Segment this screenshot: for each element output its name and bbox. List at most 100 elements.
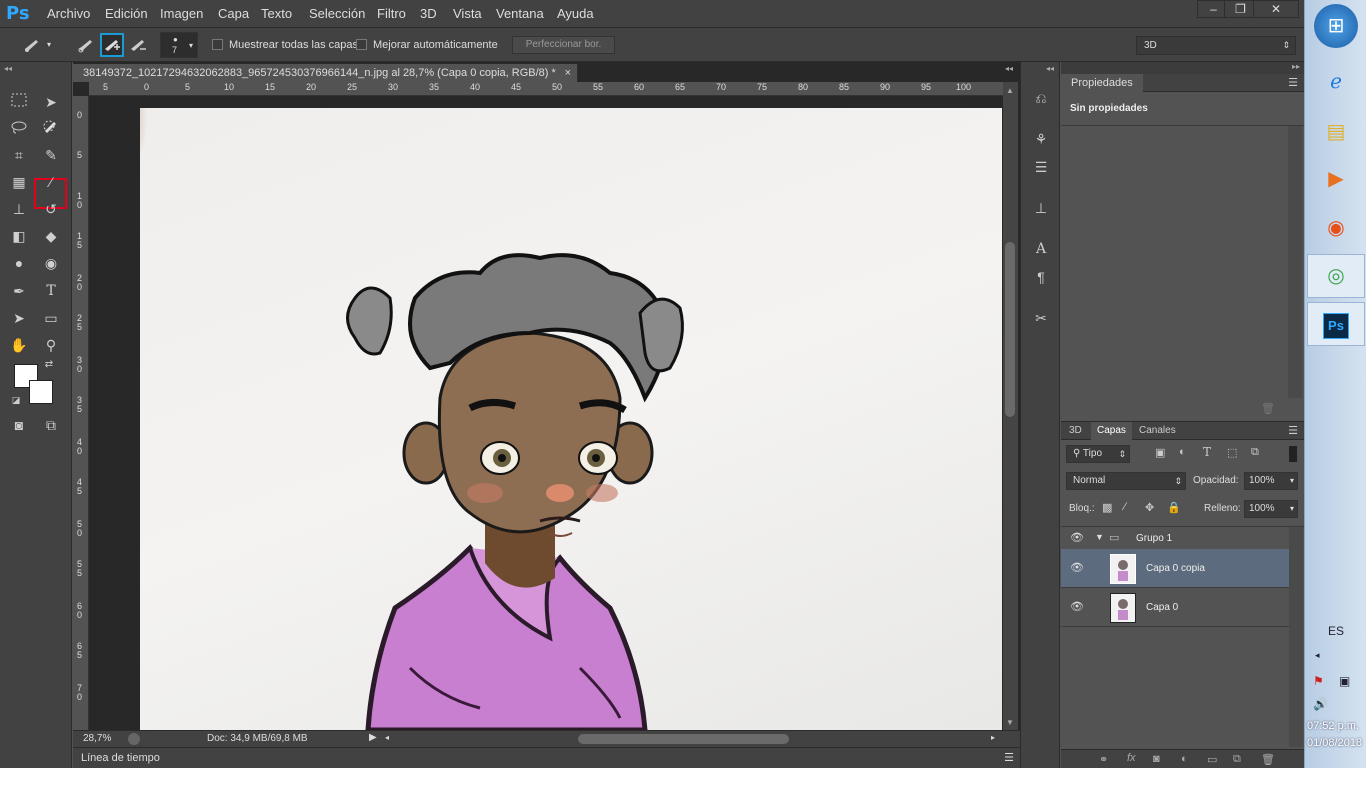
volume-icon[interactable]: 🔊 (1313, 697, 1328, 711)
clock-date[interactable]: 01/08/2018 (1307, 737, 1362, 749)
move-tool-icon[interactable]: ➤ (40, 91, 62, 113)
timeline-panel[interactable]: Línea de tiempo ☰ (73, 747, 1020, 768)
tool-preset-dropdown-icon[interactable]: ▾ (44, 35, 54, 55)
panel-menu-icon[interactable]: ☰ (1288, 424, 1298, 437)
refine-edge-button[interactable]: Perfeccionar bor. (512, 36, 615, 54)
screen-mode-icon[interactable]: ⧉ (40, 414, 62, 436)
vertical-scrollbar[interactable]: ▲ ▼ (1003, 82, 1018, 730)
brush-size-picker[interactable]: ● 7 ▾ (160, 32, 198, 58)
filter-smart-object-icon[interactable]: ⧉ (1251, 446, 1259, 459)
eyedropper-tool-icon[interactable]: ✎ (40, 144, 62, 166)
menu-vista[interactable]: Vista (453, 6, 482, 21)
default-colors-icon[interactable]: ◪ (9, 393, 23, 407)
menu-edicion[interactable]: Edición (105, 6, 148, 21)
swap-colors-icon[interactable]: ⇄ (42, 358, 56, 372)
adjustments-panel-icon[interactable]: ☰ (1031, 157, 1051, 177)
scroll-left-icon[interactable]: ◂ (385, 733, 389, 742)
menu-capa[interactable]: Capa (218, 6, 249, 21)
close-document-icon[interactable]: × (565, 64, 571, 82)
filter-toggle[interactable] (1289, 446, 1297, 462)
internet-explorer-icon[interactable]: ℯ (1307, 60, 1365, 104)
action-center-flag-icon[interactable]: ⚑ (1313, 674, 1324, 688)
lock-position-icon[interactable]: ✥ (1145, 501, 1154, 514)
tools-panel-icon[interactable]: ✂ (1031, 308, 1051, 328)
trash-icon[interactable]: 🗑 (1261, 753, 1275, 766)
blend-mode-select[interactable]: Normal ⇕ (1066, 472, 1186, 490)
share-icon[interactable] (128, 733, 140, 745)
sample-all-layers-checkbox[interactable] (212, 39, 223, 50)
history-brush-tool-icon[interactable]: ↺ (40, 198, 62, 220)
adjustment-layer-icon[interactable]: ◐ (1181, 753, 1188, 765)
opacity-input[interactable]: 100% ▾ (1244, 472, 1298, 490)
layer-row-group[interactable]: 👁 ▼ ▭ Grupo 1 (1061, 527, 1289, 550)
lock-all-icon[interactable]: 🔒 (1167, 501, 1181, 514)
language-indicator[interactable]: ES (1328, 624, 1344, 638)
auto-enhance-checkbox[interactable] (356, 39, 367, 50)
layer-row-selected[interactable]: 👁 Capa 0 copia (1061, 549, 1289, 588)
status-menu-arrow-icon[interactable]: ▶ (369, 732, 377, 743)
document-canvas[interactable] (89, 96, 1003, 730)
tab-3d[interactable]: 3D (1063, 422, 1088, 440)
tool-preset-icon[interactable] (22, 35, 42, 55)
brush-presets-panel-icon[interactable]: ⚘ (1031, 129, 1051, 149)
new-selection-brush-icon[interactable] (76, 35, 96, 55)
chrome-icon[interactable]: ◎ (1307, 254, 1365, 298)
photoshop-taskbar-icon[interactable]: Ps (1307, 302, 1365, 346)
document-tab[interactable]: 38149372_10217294632062883_9657245303769… (73, 64, 578, 82)
brush-tool-icon[interactable]: ∕ (40, 171, 62, 193)
panel-menu-icon[interactable]: ☰ (1004, 751, 1014, 764)
marquee-tool-icon[interactable] (8, 91, 30, 113)
trash-icon[interactable]: 🗑 (1261, 402, 1275, 415)
clock-time[interactable]: 07:52 p.m. (1307, 720, 1359, 732)
menu-texto[interactable]: Texto (261, 6, 292, 21)
path-selection-tool-icon[interactable]: ➤ (8, 307, 30, 329)
pen-tool-icon[interactable]: ✒ (8, 280, 30, 302)
tab-capas[interactable]: Capas (1091, 422, 1132, 440)
horizontal-scroll-thumb[interactable] (578, 734, 789, 744)
tab-propiedades[interactable]: Propiedades (1061, 74, 1143, 92)
visibility-eye-icon[interactable]: 👁 (1069, 600, 1085, 614)
collapse-properties-icon[interactable]: ▸▸ (1292, 62, 1300, 71)
add-mask-icon[interactable]: ◙ (1153, 753, 1160, 765)
new-layer-icon[interactable]: ⧉ (1233, 753, 1241, 766)
menu-filtro[interactable]: Filtro (377, 6, 406, 21)
firefox-icon[interactable]: ◉ (1307, 206, 1365, 250)
lock-transparency-icon[interactable]: ▩ (1102, 501, 1112, 514)
network-icon[interactable]: ▣ (1339, 674, 1350, 688)
clone-source-panel-icon[interactable]: ⊥ (1031, 198, 1051, 218)
visibility-eye-icon[interactable]: 👁 (1069, 531, 1085, 545)
filter-adjustment-icon[interactable]: ◐ (1179, 446, 1186, 458)
scroll-right-icon[interactable]: ▸ (991, 733, 995, 742)
menu-ventana[interactable]: Ventana (496, 6, 544, 21)
crop-tool-icon[interactable]: ⌗ (8, 144, 30, 166)
character-panel-icon[interactable]: A (1031, 239, 1051, 259)
quick-selection-tool-icon[interactable] (40, 118, 62, 140)
tab-canales[interactable]: Canales (1133, 422, 1182, 440)
new-group-icon[interactable]: ▭ (1207, 753, 1217, 766)
start-button[interactable]: ⊞ (1314, 4, 1358, 48)
workspace-select[interactable]: 3D ⇕ (1136, 36, 1296, 55)
show-hidden-icons-chevron-icon[interactable]: ◂ (1315, 650, 1320, 661)
quick-mask-icon[interactable]: ◙ (8, 414, 30, 436)
group-expand-chevron-icon[interactable]: ▼ (1095, 532, 1104, 542)
history-panel-icon[interactable]: ⎌ (1031, 88, 1051, 108)
collapse-panels-icon[interactable]: ◂◂ (1005, 64, 1013, 73)
hand-tool-icon[interactable]: ✋ (8, 334, 30, 356)
dodge-tool-icon[interactable]: ◉ (40, 252, 62, 274)
media-player-icon[interactable]: ▶ (1307, 157, 1365, 201)
type-tool-icon[interactable]: T (40, 280, 62, 302)
visibility-eye-icon[interactable]: 👁 (1069, 561, 1085, 575)
layer-row[interactable]: 👁 Capa 0 (1061, 588, 1289, 627)
healing-brush-tool-icon[interactable]: ▦ (8, 171, 30, 193)
timeline-label[interactable]: Línea de tiempo (81, 752, 160, 764)
paint-bucket-tool-icon[interactable]: ◆ (40, 225, 62, 247)
scroll-up-icon[interactable]: ▲ (1006, 86, 1014, 95)
add-to-selection-brush-icon[interactable] (100, 33, 124, 57)
clone-stamp-tool-icon[interactable]: ⊥ (8, 198, 30, 220)
blur-tool-icon[interactable]: ● (8, 252, 30, 274)
subtract-from-selection-brush-icon[interactable] (128, 35, 148, 55)
menu-imagen[interactable]: Imagen (160, 6, 203, 21)
link-layers-icon[interactable]: ⚭ (1099, 753, 1108, 766)
layers-scrollbar[interactable] (1289, 527, 1303, 747)
properties-scrollbar[interactable] (1288, 126, 1302, 398)
